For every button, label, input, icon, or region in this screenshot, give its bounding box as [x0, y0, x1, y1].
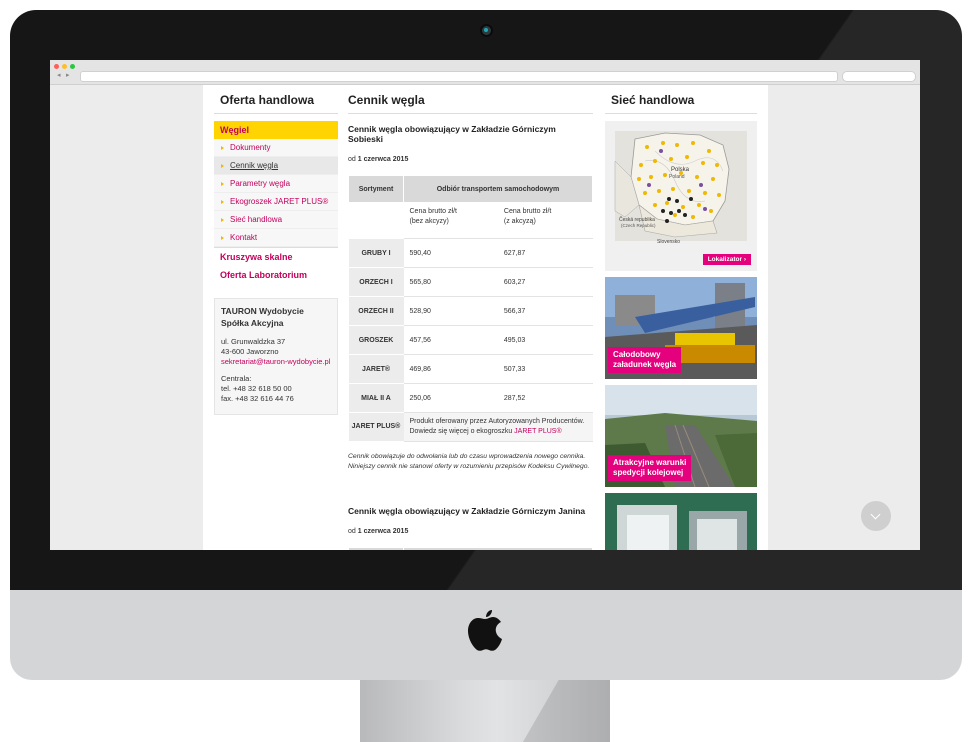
price-table-janina: Sortyment Odbiór transportem samochodowy…	[348, 547, 593, 550]
central-label: Centrala:	[221, 374, 252, 383]
minimize-window-button[interactable]	[62, 64, 67, 69]
submenu-item-kontakt[interactable]: Kontakt	[214, 229, 338, 247]
web-page: Oferta handlowa Węgiel Dokumenty Cennik …	[50, 85, 920, 550]
table-row: ORZECH I 565,80 603,27	[348, 267, 593, 297]
promo-banner-laboratory[interactable]	[605, 493, 757, 550]
submenu-item-cennik[interactable]: Cennik węgla	[214, 157, 338, 175]
column-header-net-price: Cena brutto zł/t (bez akcyzy)	[403, 202, 498, 239]
column-header-gross-price: Cena brutto zł/t (z akcyzą)	[497, 202, 593, 239]
browser-window: ◂ ▸ Oferta handlowa Węgiel Dokumenty Cen…	[50, 60, 920, 550]
jaret-plus-link[interactable]: JARET PLUS®	[514, 428, 561, 435]
phone-number: tel. +48 32 618 50 00	[221, 384, 292, 393]
column-header-transport: Odbiór transportem samochodowym	[403, 175, 593, 203]
valid-from-date: od 1 czerwca 2015	[348, 528, 409, 535]
menu-item-kruszywa[interactable]: Kruszywa skalne	[214, 247, 338, 266]
address-street: ul. Grunwaldzka 37	[221, 337, 286, 346]
contact-email-link[interactable]: sekretariat@tauron-wydobycie.pl	[221, 357, 331, 367]
svg-text:Slovensko: Slovensko	[657, 239, 680, 245]
table-row: JARET® 469,86 507,33	[348, 354, 593, 384]
browser-search-field[interactable]	[842, 71, 916, 82]
address-bar[interactable]	[80, 71, 838, 82]
left-sidebar: Oferta handlowa Węgiel Dokumenty Cennik …	[214, 85, 338, 415]
promo-banner-loading[interactable]: Całodobowy załadunek węgla	[605, 277, 757, 379]
address-city: 43-600 Jaworzno	[221, 347, 279, 356]
forward-arrow-icon[interactable]: ▸	[66, 71, 70, 80]
price-notes: Cennik obowiązuje do odwołania lub do cz…	[348, 453, 590, 470]
valid-from-date: od 1 czerwca 2015	[348, 156, 409, 163]
contact-box: TAURON Wydobycie Spółka Akcyjna ul. Grunw…	[214, 298, 338, 415]
laboratory-photo	[605, 493, 757, 550]
sales-network-map[interactable]: Polska Poland Česká republika (Czech Rep…	[605, 121, 757, 271]
table-row: ORZECH II 528,90 566,37	[348, 296, 593, 326]
page-content: Oferta handlowa Węgiel Dokumenty Cennik …	[203, 85, 768, 550]
promo-label-loading: Całodobowy załadunek węgla	[608, 347, 682, 373]
svg-text:Poland: Poland	[669, 174, 685, 180]
column-header-sortyment: Sortyment	[348, 547, 404, 550]
company-name: TAURON Wydobycie Spółka Akcyjna	[221, 306, 304, 328]
svg-text:Polska: Polska	[671, 167, 690, 173]
chevron-right-icon: ›	[743, 256, 746, 263]
close-window-button[interactable]	[54, 64, 59, 69]
table-row: GRUBY I 590,40 627,87	[348, 238, 593, 268]
price-table-sobieski: Sortyment Odbiór transportem samochodowy…	[348, 175, 593, 442]
page-title: Cennik węgla	[348, 85, 593, 114]
promo-banner-rail[interactable]: Atrakcyjne warunki spedycji kolejowej	[605, 385, 757, 487]
section-title-sobieski: Cennik węgla obowiązujący w Zakładzie Gó…	[348, 124, 556, 144]
table-row: MIAŁ II A 250,06 287,52	[348, 383, 593, 413]
lokalizator-button[interactable]: Lokalizator ›	[702, 254, 751, 265]
sidebar-title: Oferta handlowa	[214, 85, 338, 114]
right-sidebar: Sieć handlowa Polska Poland Česká republ…	[605, 85, 757, 550]
browser-toolbar: ◂ ▸	[50, 60, 920, 85]
scroll-down-button[interactable]	[861, 501, 891, 531]
column-header-transport: Odbiór transportem samochodowym	[403, 547, 593, 550]
map-of-poland-icon: Polska Poland Česká republika (Czech Rep…	[605, 121, 757, 271]
svg-text:(Czech Republic): (Czech Republic)	[621, 223, 656, 228]
main-column: Cennik węgla Cennik węgla obowiązujący w…	[348, 85, 593, 550]
menu-item-laboratorium[interactable]: Oferta Laboratorium	[214, 266, 338, 284]
monitor-stand	[360, 680, 610, 742]
fax-number: fax. +48 32 616 44 76	[221, 394, 294, 403]
submenu-item-ekogroszek[interactable]: Ekogroszek JARET PLUS®	[214, 193, 338, 211]
zoom-window-button[interactable]	[70, 64, 75, 69]
promo-label-rail: Atrakcyjne warunki spedycji kolejowej	[608, 455, 692, 481]
sales-network-title: Sieć handlowa	[605, 85, 757, 114]
menu-item-wegiel[interactable]: Węgiel	[214, 121, 338, 139]
submenu-item-parametry[interactable]: Parametry węgla	[214, 175, 338, 193]
section-title-janina: Cennik węgla obowiązujący w Zakładzie Gó…	[348, 506, 586, 516]
column-header-sortyment: Sortyment	[348, 175, 404, 203]
table-row: GROSZEK 457,56 495,03	[348, 325, 593, 355]
back-arrow-icon[interactable]: ◂	[57, 71, 61, 80]
submenu-item-siec[interactable]: Sieć handlowa	[214, 211, 338, 229]
table-row-jaret-plus: JARET PLUS® Produkt oferowany przez Auto…	[348, 412, 593, 442]
apple-logo-icon	[468, 610, 502, 651]
svg-text:Česká republika: Česká republika	[619, 216, 655, 223]
submenu-item-dokumenty[interactable]: Dokumenty	[214, 139, 338, 157]
